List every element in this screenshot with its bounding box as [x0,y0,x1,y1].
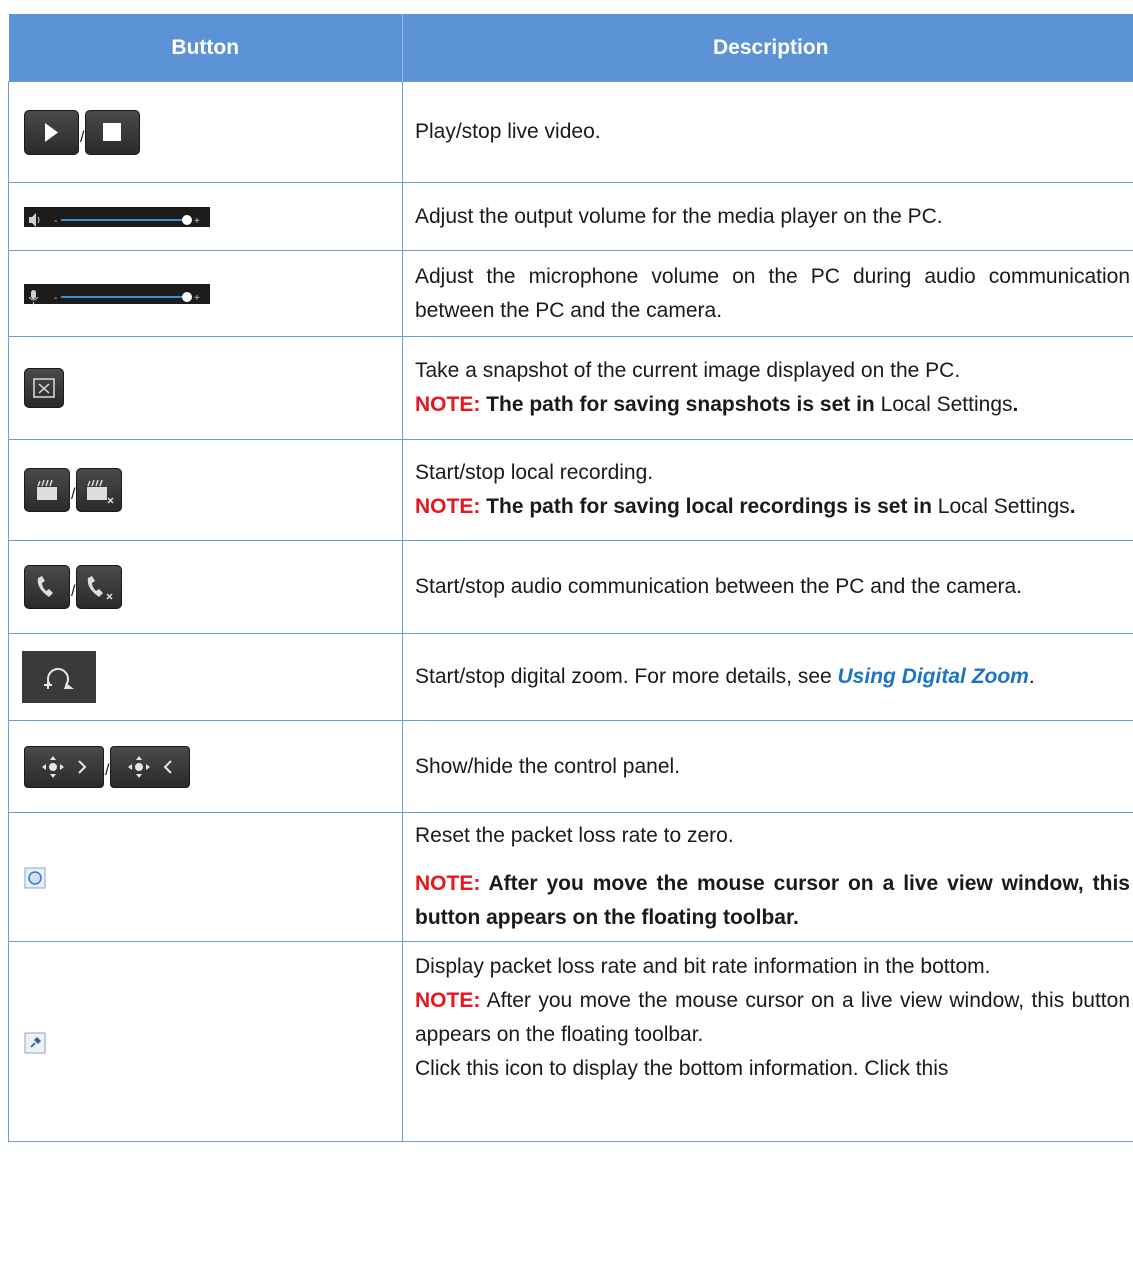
using-digital-zoom-link[interactable]: Using Digital Zoom [838,665,1029,688]
microphone-icon [28,289,39,305]
stop-icon [103,122,122,141]
svg-text:+: + [194,216,200,227]
description-text: Take a snapshot of the current image dis… [415,359,961,382]
note-label: NOTE: [415,393,481,416]
separator: / [105,761,110,779]
description-cell: Reset the packet loss rate to zero. NOTE… [402,812,1133,942]
description-text: Reset the packet loss rate to zero. [415,824,734,847]
description-cell: Adjust the microphone volume on the PC d… [402,250,1133,337]
svg-text:+: + [194,293,200,304]
description-cell: Take a snapshot of the current image dis… [402,336,1133,440]
note-text: NOTE: The path for saving snapshots is s… [415,393,1019,416]
description-cell: Show/hide the control panel. [402,720,1133,813]
stop-recording-button[interactable] [76,468,123,512]
table-row: / Start/stop local recording. NOTE: The … [8,439,1133,541]
record-stop-icon [87,479,114,504]
note-text: NOTE: After you move the mouse cursor on… [415,872,1130,929]
description-text: Adjust the microphone volume on the PC d… [415,264,1130,322]
button-cell: / [8,720,403,813]
play-button[interactable] [24,109,79,155]
digital-zoom-button[interactable] [22,651,96,703]
table-row: Start/stop digital zoom. For more detail… [8,633,1133,721]
pin-icon [24,1032,46,1054]
separator: / [71,486,76,503]
slider-knob[interactable] [182,291,192,302]
snapshot-icon [33,378,55,398]
table-row: Take a snapshot of the current image dis… [8,336,1133,440]
description-text: Play/stop live video. [415,120,601,143]
button-cell: - + [8,182,403,251]
separator: / [71,583,76,600]
hide-control-panel-button[interactable] [110,745,191,788]
stop-audio-button[interactable] [76,565,123,609]
table-row: Reset the packet loss rate to zero. NOTE… [8,812,1133,942]
phone-off-icon [88,576,113,600]
table-row: / Play/stop live video. [8,81,1133,183]
start-audio-button[interactable] [24,565,70,609]
separator: / [80,128,85,146]
show-control-panel-button[interactable] [24,745,104,788]
play-icon [45,122,58,142]
description-cell: Start/stop audio communication between t… [402,540,1133,634]
button-description-table: Button Description / Play/stop live vide… [8,14,1133,1142]
description-cell: Display packet loss rate and bit rate in… [402,941,1133,1142]
description-text: Start/stop audio communication between t… [415,575,1023,598]
svg-text:-: - [54,293,57,304]
header-button: Button [8,14,403,82]
microphone-volume-slider[interactable]: - + [24,283,210,305]
button-cell: / [8,81,403,183]
slider-knob[interactable] [182,214,192,225]
display-info-button[interactable] [24,1031,46,1054]
record-icon [37,479,57,500]
note-text: NOTE: After you move the mouse cursor on… [415,989,1130,1046]
button-cell: - + [8,250,403,337]
reset-packet-loss-button[interactable] [24,866,46,889]
note-label: NOTE: [415,872,481,895]
header-description: Description [402,14,1133,82]
description-cell: Start/stop local recording. NOTE: The pa… [402,439,1133,541]
description-text: Start/stop local recording. [415,461,654,484]
description-text: Show/hide the control panel. [415,754,681,778]
description-cell: Start/stop digital zoom. For more detail… [402,633,1133,721]
table-row: - + Adjust the microphone volume on the … [8,250,1133,337]
description-cell: Play/stop live video. [402,81,1133,183]
ptz-show-icon [42,755,87,778]
stop-button[interactable] [85,109,141,155]
table-row: / Show/hide the control panel. [8,720,1133,813]
svg-text:-: - [54,216,57,227]
button-cell: / [8,439,403,541]
reset-circle-icon [24,867,46,889]
description-text: Adjust the output volume for the media p… [415,204,943,228]
button-cell [8,941,403,1142]
description-cell: Adjust the output volume for the media p… [402,182,1133,251]
start-recording-button[interactable] [24,468,70,512]
description-text-2: Click this icon to display the bottom in… [415,1057,949,1080]
table-row: - + Adjust the output volume for the med… [8,182,1133,251]
ptz-hide-icon [128,755,173,778]
note-text: NOTE: The path for saving local recordin… [415,495,1076,518]
button-cell: / [8,540,403,634]
description-text: Start/stop digital zoom. For more detail… [415,665,1035,688]
table-row: / Start/stop audio communication between… [8,540,1133,634]
snapshot-button[interactable] [24,368,64,408]
zoom-icon [44,668,74,689]
button-cell [8,336,403,440]
output-volume-slider[interactable]: - + [24,206,210,227]
phone-icon [37,576,53,597]
button-cell [8,633,403,721]
speaker-icon [29,212,40,227]
description-text: Display packet loss rate and bit rate in… [415,955,991,978]
button-cell [8,812,403,942]
note-label: NOTE: [415,495,481,518]
table-header-row: Button Description [8,14,1133,82]
note-label: NOTE: [415,989,481,1012]
table-row: Display packet loss rate and bit rate in… [8,941,1133,1142]
